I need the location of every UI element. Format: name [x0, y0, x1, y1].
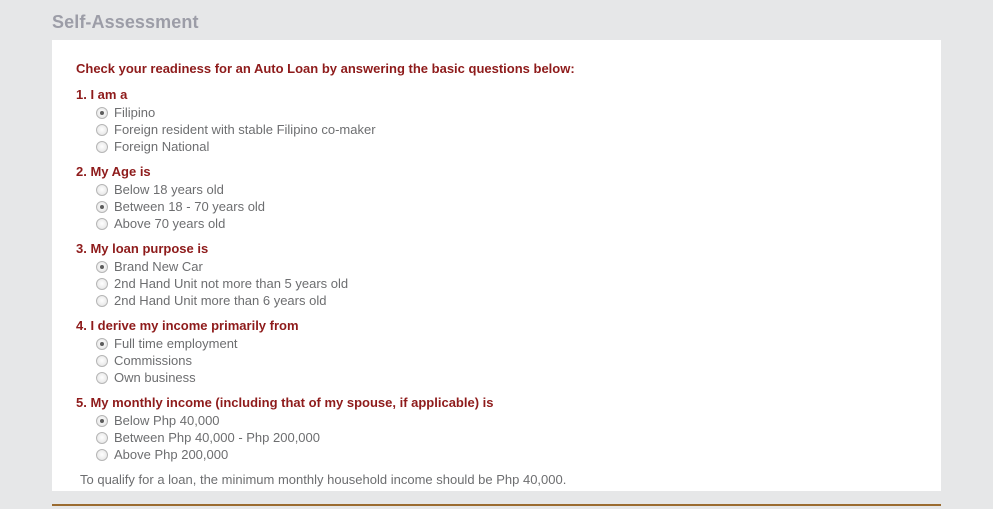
radio-icon-checked[interactable] — [96, 338, 108, 350]
radio-icon-checked[interactable] — [96, 415, 108, 427]
question-block: 2. My Age is Below 18 years old Between 18… — [76, 163, 923, 232]
option-label[interactable]: Between 18 - 70 years old — [114, 199, 265, 214]
question-block: 5. My monthly income (including that of … — [76, 394, 923, 463]
option-row[interactable]: Brand New Car — [96, 258, 923, 275]
option-label[interactable]: Above 70 years old — [114, 216, 225, 231]
option-row[interactable]: Foreign resident with stable Filipino co… — [96, 121, 923, 138]
option-label[interactable]: 2nd Hand Unit not more than 5 years old — [114, 276, 348, 291]
radio-icon-unchecked[interactable] — [96, 141, 108, 153]
option-row[interactable]: Full time employment — [96, 335, 923, 352]
option-row[interactable]: Commissions — [96, 352, 923, 369]
option-label[interactable]: Brand New Car — [114, 259, 203, 274]
option-label[interactable]: Between Php 40,000 - Php 200,000 — [114, 430, 320, 445]
bottom-divider — [52, 504, 941, 506]
option-label[interactable]: Full time employment — [114, 336, 238, 351]
question-block: 4. I derive my income primarily from Full… — [76, 317, 923, 386]
question-title: 2. My Age is — [76, 164, 151, 179]
radio-icon-unchecked[interactable] — [96, 372, 108, 384]
question-title: 1. I am a — [76, 87, 128, 102]
radio-icon-unchecked[interactable] — [96, 295, 108, 307]
option-label[interactable]: Filipino — [114, 105, 155, 120]
radio-icon-checked[interactable] — [96, 261, 108, 273]
radio-icon-unchecked[interactable] — [96, 432, 108, 444]
option-group: Filipino Foreign resident with stable Fil… — [76, 104, 923, 155]
question-block: 3. My loan purpose is Brand New Car 2nd Ha… — [76, 240, 923, 309]
option-label[interactable]: Foreign resident with stable Filipino co… — [114, 122, 376, 137]
option-row[interactable]: Between Php 40,000 - Php 200,000 — [96, 429, 923, 446]
radio-icon-unchecked[interactable] — [96, 449, 108, 461]
option-label[interactable]: Commissions — [114, 353, 192, 368]
option-row[interactable]: Above Php 200,000 — [96, 446, 923, 463]
option-row[interactable]: Below 18 years old — [96, 181, 923, 198]
card-content: Check your readiness for an Auto Loan by… — [76, 61, 923, 488]
option-row[interactable]: Below Php 40,000 — [96, 412, 923, 429]
question-list: 1. I am a Filipino Foreign resident with s… — [76, 86, 923, 463]
option-row[interactable]: Between 18 - 70 years old — [96, 198, 923, 215]
option-label[interactable]: Below Php 40,000 — [114, 413, 220, 428]
question-title: 3. My loan purpose is — [76, 241, 209, 256]
option-label[interactable]: Above Php 200,000 — [114, 447, 228, 462]
option-row[interactable]: Foreign National — [96, 138, 923, 155]
option-label[interactable]: Own business — [114, 370, 196, 385]
option-row[interactable]: 2nd Hand Unit not more than 5 years old — [96, 275, 923, 292]
option-label[interactable]: Foreign National — [114, 139, 209, 154]
radio-icon-checked[interactable] — [96, 201, 108, 213]
intro-text: Check your readiness for an Auto Loan by… — [76, 61, 575, 76]
radio-icon-unchecked[interactable] — [96, 184, 108, 196]
page-root: Self-Assessment Check your readiness for… — [0, 0, 993, 509]
option-group: Below 18 years old Between 18 - 70 years … — [76, 181, 923, 232]
option-group: Full time employment Commissions Own busin… — [76, 335, 923, 386]
option-row[interactable]: 2nd Hand Unit more than 6 years old — [96, 292, 923, 309]
radio-icon-checked[interactable] — [96, 107, 108, 119]
option-label[interactable]: 2nd Hand Unit more than 6 years old — [114, 293, 326, 308]
self-assessment-card: Check your readiness for an Auto Loan by… — [52, 40, 941, 491]
qualification-note: To qualify for a loan, the minimum month… — [80, 472, 567, 487]
radio-icon-unchecked[interactable] — [96, 278, 108, 290]
option-group: Below Php 40,000 Between Php 40,000 - Php… — [76, 412, 923, 463]
option-group: Brand New Car 2nd Hand Unit not more than… — [76, 258, 923, 309]
option-row[interactable]: Above 70 years old — [96, 215, 923, 232]
radio-icon-unchecked[interactable] — [96, 124, 108, 136]
option-row[interactable]: Filipino — [96, 104, 923, 121]
radio-icon-unchecked[interactable] — [96, 218, 108, 230]
question-block: 1. I am a Filipino Foreign resident with s… — [76, 86, 923, 155]
radio-icon-unchecked[interactable] — [96, 355, 108, 367]
question-title: 5. My monthly income (including that of … — [76, 395, 494, 410]
option-label[interactable]: Below 18 years old — [114, 182, 224, 197]
question-title: 4. I derive my income primarily from — [76, 318, 299, 333]
option-row[interactable]: Own business — [96, 369, 923, 386]
page-title: Self-Assessment — [52, 12, 199, 32]
